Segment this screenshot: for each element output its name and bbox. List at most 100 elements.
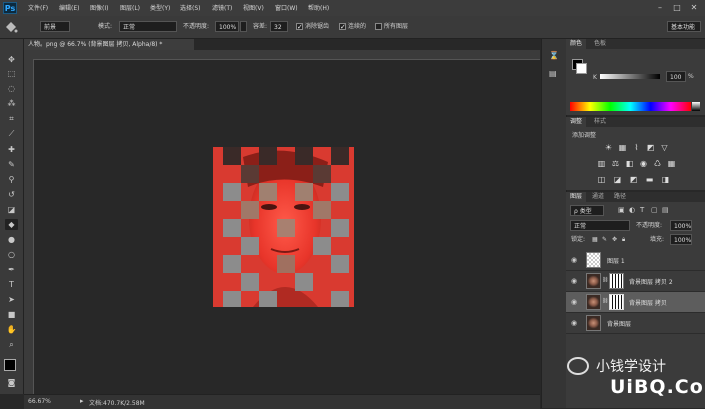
threshold-icon[interactable]: ◩ <box>629 175 638 184</box>
levels-icon[interactable]: ▦ <box>618 143 627 152</box>
maximize-button[interactable]: □ <box>671 2 683 13</box>
layer-row[interactable]: ◉ 图层 1 <box>566 250 705 271</box>
tab-channels[interactable]: 通道 <box>588 192 608 202</box>
menu-layer[interactable]: 图层(L) <box>120 3 140 12</box>
rectangle-tool-icon[interactable]: ■ <box>5 309 18 320</box>
photo-filter-icon[interactable]: ◉ <box>639 159 648 168</box>
crop-tool-icon[interactable]: ⌗ <box>5 113 18 124</box>
layer-opacity-input[interactable]: 100% <box>670 220 692 231</box>
lasso-tool-icon[interactable]: ◌ <box>5 83 18 94</box>
foreground-color-swatch[interactable] <box>4 359 16 371</box>
path-selection-tool-icon[interactable]: ➤ <box>5 294 18 305</box>
menu-select[interactable]: 选择(S) <box>180 3 201 12</box>
exposure-icon[interactable]: ◩ <box>646 143 655 152</box>
curves-icon[interactable]: ⌇ <box>632 143 641 152</box>
brightness-icon[interactable]: ☀ <box>604 143 613 152</box>
selective-color-icon[interactable]: ◨ <box>661 175 670 184</box>
contiguous-checkbox[interactable]: ✓ <box>339 23 346 31</box>
menu-view[interactable]: 视图(V) <box>243 3 264 12</box>
posterize-icon[interactable]: ◪ <box>613 175 622 184</box>
lock-all-icon[interactable]: 🔒︎ <box>622 236 625 244</box>
zoom-level[interactable]: 66.67% <box>28 398 51 405</box>
background-color-chip[interactable] <box>576 63 587 74</box>
layer-filter-select[interactable]: ρ 类型 <box>570 205 604 216</box>
layer-mask-thumbnail[interactable] <box>609 294 624 310</box>
visibility-eye-icon[interactable]: ◉ <box>571 256 580 264</box>
opacity-dropdown-button[interactable] <box>240 21 247 32</box>
history-brush-tool-icon[interactable]: ↺ <box>5 189 18 200</box>
menu-edit[interactable]: 编辑(E) <box>59 3 79 12</box>
paint-bucket-icon[interactable] <box>4 21 18 33</box>
hue-saturation-icon[interactable]: ▥ <box>597 159 606 168</box>
layer-row[interactable]: ◉ ⛓ 背景图层 拷贝 <box>566 292 705 313</box>
zoom-tool-icon[interactable]: ⌕ <box>5 339 18 350</box>
filter-smart-icon[interactable]: ▤ <box>662 206 669 214</box>
status-arrow-icon[interactable]: ▸ <box>80 397 84 405</box>
menu-type[interactable]: 类型(Y) <box>150 3 170 12</box>
menu-file[interactable]: 文件(F) <box>28 3 48 12</box>
grayscale-ramp[interactable] <box>692 102 700 111</box>
fill-source-select[interactable]: 前景 <box>40 21 70 32</box>
mode-select[interactable]: 正常 <box>119 21 177 32</box>
menu-filter[interactable]: 滤镜(T) <box>212 3 232 12</box>
layer-row[interactable]: ◉ 背景图层 <box>566 313 705 334</box>
k-value-input[interactable]: 100 <box>666 71 686 82</box>
color-balance-icon[interactable]: ⚖ <box>611 159 620 168</box>
filter-shape-icon[interactable]: ▢ <box>651 206 658 214</box>
clone-stamp-tool-icon[interactable]: ⚲ <box>5 174 18 185</box>
chain-link-icon[interactable]: ⛓ <box>602 277 608 283</box>
eraser-tool-icon[interactable]: ◪ <box>5 204 18 215</box>
move-tool-icon[interactable]: ✥ <box>5 54 18 65</box>
dodge-tool-icon[interactable]: ○ <box>5 249 18 260</box>
color-spectrum-bar[interactable] <box>570 102 691 111</box>
close-button[interactable]: ✕ <box>688 2 700 13</box>
visibility-eye-icon[interactable]: ◉ <box>571 319 580 327</box>
antialias-checkbox[interactable]: ✓ <box>296 23 303 31</box>
menu-help[interactable]: 帮助(H) <box>308 3 329 12</box>
tab-paths[interactable]: 路径 <box>610 192 630 202</box>
lock-position-icon[interactable]: ✥ <box>612 236 617 243</box>
lock-transparent-icon[interactable]: ▦ <box>592 236 598 243</box>
brush-tool-icon[interactable]: ✎ <box>5 159 18 170</box>
tolerance-input[interactable]: 32 <box>270 21 288 32</box>
document-canvas[interactable] <box>213 147 354 307</box>
document-tab[interactable]: 人物。png @ 66.7% (背景图层 拷贝, Alpha/8) * <box>24 39 194 50</box>
tab-layers[interactable]: 图层 <box>566 192 587 202</box>
workspace-select[interactable]: 基本功能 <box>667 21 701 32</box>
minimize-button[interactable]: – <box>654 2 666 13</box>
menu-window[interactable]: 窗口(W) <box>275 3 298 12</box>
tab-swatches[interactable]: 色板 <box>590 39 610 49</box>
visibility-eye-icon[interactable]: ◉ <box>571 298 580 306</box>
tab-color[interactable]: 颜色 <box>566 39 587 49</box>
tab-adjustments[interactable]: 调整 <box>566 117 587 127</box>
tab-styles[interactable]: 样式 <box>590 117 610 127</box>
k-slider-track[interactable] <box>600 74 660 79</box>
menu-image[interactable]: 图像(I) <box>90 3 108 12</box>
hand-tool-icon[interactable]: ✋ <box>5 324 18 335</box>
blend-mode-select[interactable]: 正常 <box>570 220 630 231</box>
quick-mask-icon[interactable]: ◙ <box>5 377 18 388</box>
filter-type-icon[interactable]: T <box>640 206 644 214</box>
marquee-tool-icon[interactable]: ⬚ <box>5 68 18 79</box>
paint-bucket-tool-icon[interactable]: ◆ <box>5 219 18 230</box>
type-tool-icon[interactable]: T <box>5 279 18 290</box>
eyedropper-tool-icon[interactable]: ⟋ <box>5 128 18 139</box>
visibility-eye-icon[interactable]: ◉ <box>571 277 580 285</box>
chain-link-icon[interactable]: ⛓ <box>602 298 608 304</box>
history-panel-icon[interactable]: ⌛ <box>549 51 559 60</box>
black-white-icon[interactable]: ◧ <box>625 159 634 168</box>
healing-brush-tool-icon[interactable]: ✚ <box>5 144 18 155</box>
gradient-map-icon[interactable]: ▬ <box>645 175 654 184</box>
blur-tool-icon[interactable]: ● <box>5 234 18 245</box>
color-lookup-icon[interactable]: ▦ <box>667 159 676 168</box>
layer-mask-thumbnail[interactable] <box>609 273 624 289</box>
vibrance-icon[interactable]: ▽ <box>660 143 669 152</box>
opacity-input[interactable]: 100% <box>215 21 239 32</box>
channel-mixer-icon[interactable]: ♺ <box>653 159 662 168</box>
pen-tool-icon[interactable]: ✒ <box>5 264 18 275</box>
layer-row[interactable]: ◉ ⛓ 背景图层 拷贝 2 <box>566 271 705 292</box>
filter-pixel-icon[interactable]: ▣ <box>618 206 625 214</box>
all-layers-checkbox[interactable] <box>375 23 382 30</box>
canvas-area[interactable] <box>34 60 540 394</box>
filter-adjustment-icon[interactable]: ◐ <box>629 206 635 214</box>
